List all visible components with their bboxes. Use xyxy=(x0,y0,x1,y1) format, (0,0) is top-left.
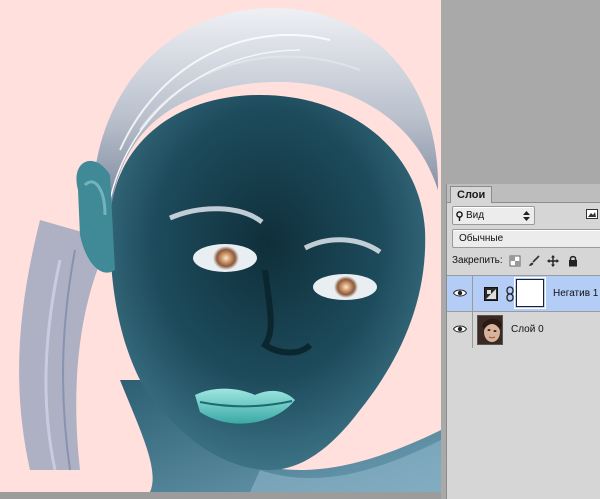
search-icon xyxy=(456,207,465,227)
panel-tab-bar: Слои xyxy=(447,184,600,203)
portrait-thumbnail xyxy=(477,315,503,345)
tab-layers[interactable]: Слои xyxy=(450,186,493,203)
layer-filter-dropdown[interactable]: Вид xyxy=(452,206,535,225)
lock-move-icon[interactable] xyxy=(547,255,559,267)
lock-brush-icon[interactable] xyxy=(528,255,540,267)
layer-row-negative[interactable]: Негатив 1 xyxy=(447,275,600,312)
visibility-separator xyxy=(472,312,473,348)
eye-icon[interactable] xyxy=(453,324,467,334)
visibility-separator xyxy=(472,276,473,312)
lock-transparent-icon[interactable] xyxy=(509,255,521,267)
lock-label: Закрепить: xyxy=(452,255,503,266)
updown-arrow-icon xyxy=(523,207,530,227)
inverted-portrait-image xyxy=(19,7,441,492)
link-chain-icon[interactable] xyxy=(506,286,514,302)
layer-filter-label: Вид xyxy=(466,210,485,221)
document-canvas[interactable] xyxy=(0,0,441,492)
image-filter-icon[interactable] xyxy=(586,209,598,219)
invert-adjustment-icon xyxy=(484,287,498,301)
layer-row-layer0[interactable]: Слой 0 xyxy=(447,311,600,348)
lock-all-icon[interactable] xyxy=(567,255,579,267)
blend-mode-dropdown[interactable]: Обычные xyxy=(452,229,600,248)
eye-icon[interactable] xyxy=(453,288,467,298)
canvas-bottom-edge xyxy=(0,492,441,499)
layer-name: Негатив 1 xyxy=(553,288,599,299)
filter-row: Вид xyxy=(452,205,599,225)
layers-panel: Слои Вид Обычные Закрепить: Негатив 1 Сл… xyxy=(446,184,600,499)
lock-row: Закрепить: xyxy=(452,254,600,270)
layer-name: Слой 0 xyxy=(511,324,544,335)
layer-mask-thumbnail[interactable] xyxy=(514,277,546,309)
blend-mode-label: Обычные xyxy=(459,233,504,244)
